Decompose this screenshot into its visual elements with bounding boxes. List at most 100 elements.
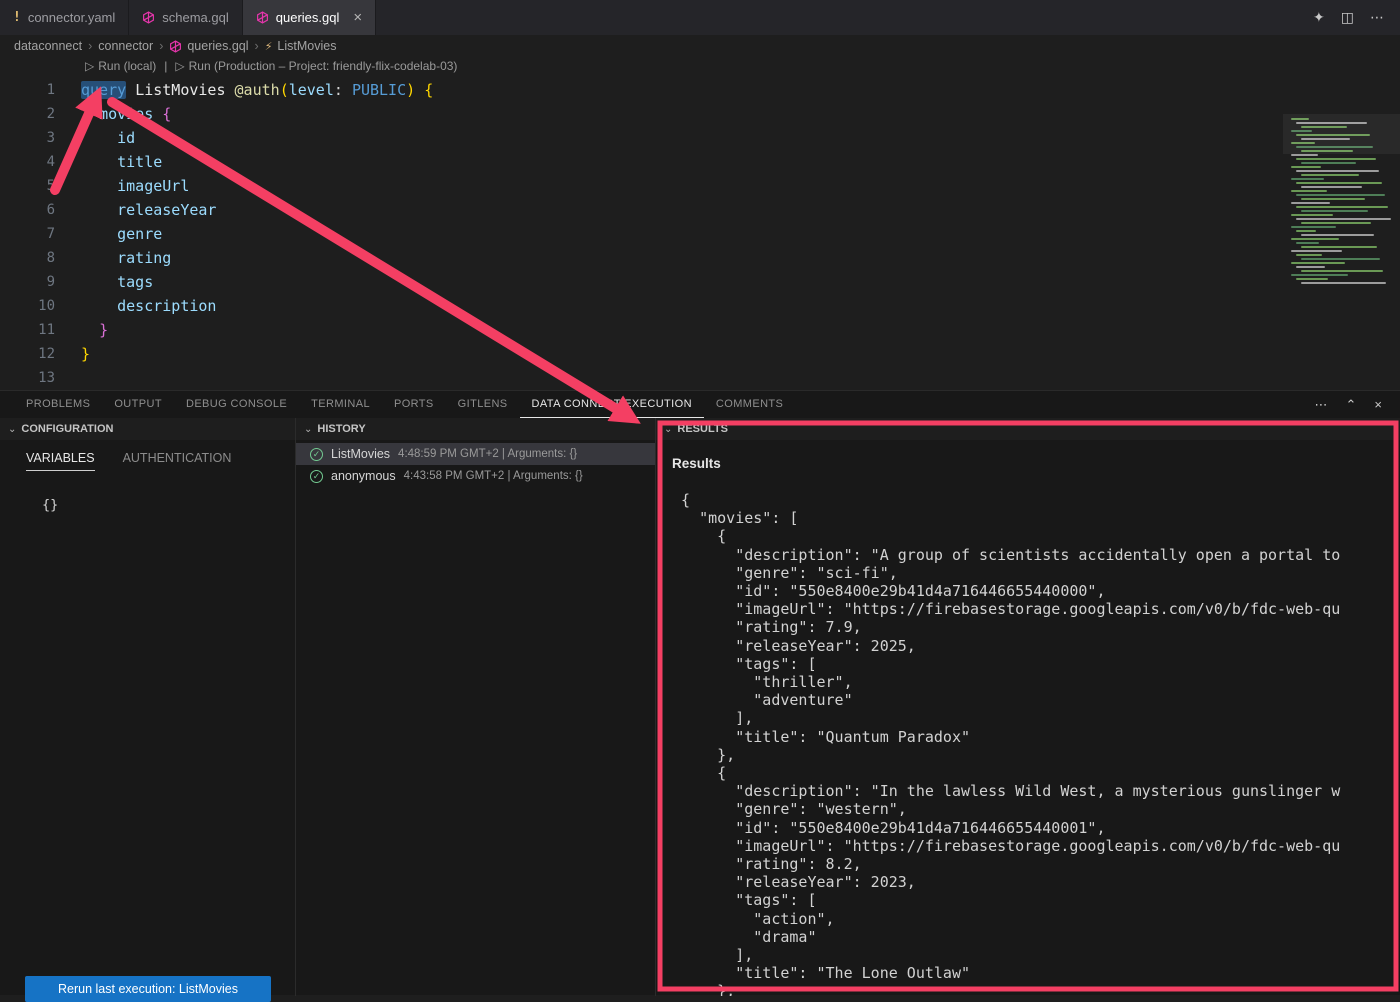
tab-authentication[interactable]: AUTHENTICATION: [123, 451, 232, 471]
tab-label: schema.gql: [162, 10, 228, 25]
minimap-line: [1301, 270, 1383, 272]
split-editor-icon[interactable]: ◫: [1341, 9, 1354, 26]
code-token: [81, 129, 117, 147]
minimap-line: [1291, 226, 1336, 228]
code-line[interactable]: 8 rating: [0, 246, 1280, 270]
code-line[interactable]: 3 id: [0, 126, 1280, 150]
code-line[interactable]: 2 movies {: [0, 102, 1280, 126]
breadcrumb-item-ListMovies[interactable]: ⚡ListMovies: [265, 39, 337, 53]
copilot-icon[interactable]: ✦: [1313, 9, 1325, 26]
minimap-line: [1301, 258, 1380, 260]
code-editor[interactable]: ▷ Run (local) | ▷ Run (Production – Proj…: [0, 57, 1400, 390]
code-token: [81, 225, 117, 243]
code-token: rating: [117, 249, 171, 267]
variables-editor[interactable]: {}: [42, 497, 295, 513]
minimap-line: [1291, 262, 1345, 264]
codelens-divider: |: [164, 59, 167, 73]
code-token: ListMovies: [135, 81, 225, 99]
code-text: releaseYear: [55, 198, 216, 222]
code-line[interactable]: 7 genre: [0, 222, 1280, 246]
run-local-label: Run (local): [98, 59, 156, 73]
minimap-line: [1291, 190, 1327, 192]
code-line[interactable]: 1query ListMovies @auth(level: PUBLIC) {: [0, 78, 1280, 102]
code-token: id: [117, 129, 135, 147]
line-number: 4: [0, 150, 55, 174]
history-item-anonymous[interactable]: ✓anonymous4:43:58 PM GMT+2 | Arguments: …: [296, 465, 655, 487]
code-token: releaseYear: [117, 201, 216, 219]
minimap-slider[interactable]: [1283, 114, 1400, 154]
breadcrumb-separator: ›: [255, 39, 259, 53]
results-title: Results: [672, 456, 1400, 471]
breadcrumb-item-queries.gql[interactable]: queries.gql: [169, 39, 248, 53]
minimap-line: [1291, 250, 1342, 252]
minimap-line: [1301, 186, 1362, 188]
breadcrumb-label: dataconnect: [14, 39, 82, 53]
panel-tab-debug-console[interactable]: DEBUG CONSOLE: [174, 391, 299, 418]
code-line[interactable]: 13: [0, 366, 1280, 390]
code-line[interactable]: 9 tags: [0, 270, 1280, 294]
panel-tab-data-connect-execution[interactable]: DATA CONNECT EXECUTION: [520, 391, 704, 418]
panel-tabs: PROBLEMSOUTPUTDEBUG CONSOLETERMINALPORTS…: [14, 391, 795, 418]
history-header[interactable]: ⌄ HISTORY: [296, 418, 655, 440]
code-text: id: [55, 126, 135, 150]
configuration-header-label: CONFIGURATION: [21, 423, 113, 435]
code-token: description: [117, 297, 216, 315]
results-pane: ⌄ RESULTS Results { "movies": [ { "descr…: [656, 418, 1400, 996]
editor-tab-schema.gql[interactable]: schema.gql: [129, 0, 242, 35]
history-item-meta: 4:43:58 PM GMT+2 | Arguments: {}: [404, 470, 583, 482]
breadcrumb-item-dataconnect[interactable]: dataconnect: [14, 39, 82, 53]
history-item-ListMovies[interactable]: ✓ListMovies4:48:59 PM GMT+2 | Arguments:…: [296, 443, 655, 465]
code-token: [226, 81, 235, 99]
minimap-line: [1291, 214, 1333, 216]
results-header[interactable]: ⌄ RESULTS: [656, 418, 1400, 440]
breadcrumb-item-connector[interactable]: connector: [98, 39, 153, 53]
code-line[interactable]: 11 }: [0, 318, 1280, 342]
close-tab-icon[interactable]: ×: [353, 10, 362, 25]
code-line[interactable]: 12}: [0, 342, 1280, 366]
tab-variables[interactable]: VARIABLES: [26, 451, 95, 471]
minimap-line: [1291, 154, 1318, 156]
operation-icon: ⚡: [265, 40, 273, 53]
code-token: [81, 297, 117, 315]
code-lines: 1query ListMovies @auth(level: PUBLIC) {…: [0, 78, 1280, 390]
code-token: [81, 105, 99, 123]
editor-tab-queries.gql[interactable]: queries.gql×: [243, 0, 376, 35]
panel-more-icon[interactable]: ⋯: [1315, 397, 1328, 413]
minimap[interactable]: [1283, 114, 1400, 296]
panel-tab-output[interactable]: OUTPUT: [102, 391, 174, 418]
configuration-header[interactable]: ⌄ CONFIGURATION: [0, 418, 295, 440]
code-text: tags: [55, 270, 153, 294]
more-actions-icon[interactable]: ⋯: [1370, 9, 1384, 26]
code-text: description: [55, 294, 216, 318]
panel-tab-comments[interactable]: COMMENTS: [704, 391, 795, 418]
minimap-line: [1291, 274, 1348, 276]
run-local-link[interactable]: ▷ Run (local): [85, 59, 156, 73]
code-line[interactable]: 5 imageUrl: [0, 174, 1280, 198]
code-token: genre: [117, 225, 162, 243]
run-production-link[interactable]: ▷ Run (Production – Project: friendly-fl…: [175, 59, 457, 73]
minimap-line: [1296, 230, 1316, 232]
minimap-line: [1296, 242, 1319, 244]
bottom-panel: PROBLEMSOUTPUTDEBUG CONSOLETERMINALPORTS…: [0, 390, 1400, 995]
panel-tab-terminal[interactable]: TERMINAL: [299, 391, 382, 418]
panel-tab-ports[interactable]: PORTS: [382, 391, 446, 418]
minimap-line: [1301, 174, 1359, 176]
panel-tab-problems[interactable]: PROBLEMS: [14, 391, 102, 418]
configuration-pane: ⌄ CONFIGURATION VARIABLES AUTHENTICATION…: [0, 418, 296, 996]
code-line[interactable]: 10 description: [0, 294, 1280, 318]
editor-tab-connector.yaml[interactable]: !connector.yaml: [0, 0, 129, 35]
line-number: 10: [0, 294, 55, 318]
panel-close-icon[interactable]: ×: [1374, 397, 1382, 413]
panel-maximize-icon[interactable]: ⌃: [1346, 397, 1357, 413]
configuration-tabs: VARIABLES AUTHENTICATION: [0, 440, 295, 471]
minimap-line: [1296, 170, 1379, 172]
codelens: ▷ Run (local) | ▷ Run (Production – Proj…: [85, 59, 457, 73]
run-production-label: Run (Production – Project: friendly-flix…: [189, 59, 458, 73]
history-item-name: ListMovies: [331, 447, 390, 461]
panel-tab-gitlens[interactable]: GITLENS: [446, 391, 520, 418]
history-header-label: HISTORY: [317, 423, 365, 435]
code-line[interactable]: 4 title: [0, 150, 1280, 174]
code-line[interactable]: 6 releaseYear: [0, 198, 1280, 222]
rerun-last-execution-button[interactable]: Rerun last execution: ListMovies: [25, 976, 271, 1002]
breadcrumb-separator: ›: [159, 39, 163, 53]
